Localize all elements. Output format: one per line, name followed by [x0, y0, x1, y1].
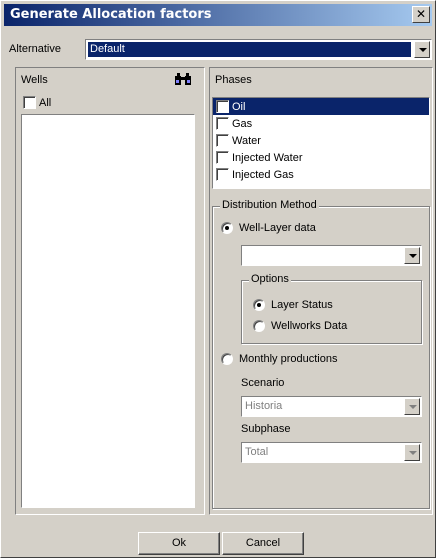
well-layer-select[interactable]	[241, 245, 422, 266]
chevron-down-icon[interactable]	[414, 41, 430, 58]
options-title: Options	[249, 273, 291, 285]
phase-checkbox[interactable]	[216, 134, 229, 147]
wellworks-label: Wellworks Data	[271, 320, 348, 332]
alternative-select[interactable]: Default	[85, 39, 432, 60]
monthly-productions-label: Monthly productions	[239, 353, 338, 365]
phase-checkbox[interactable]	[216, 100, 229, 113]
phase-item-injected-gas[interactable]: Injected Gas	[213, 166, 429, 183]
ok-button[interactable]: Ok	[138, 532, 220, 555]
binoculars-icon[interactable]	[173, 72, 193, 91]
phase-label: Oil	[232, 100, 246, 113]
alternative-select-value: Default	[88, 42, 411, 57]
phase-item-oil[interactable]: Oil	[213, 98, 429, 115]
phase-label: Water	[232, 134, 261, 147]
phase-label: Gas	[232, 117, 253, 130]
phase-label: Injected Gas	[232, 168, 294, 181]
layer-status-label: Layer Status	[271, 299, 333, 311]
all-checkbox-label: All	[39, 96, 52, 109]
phase-item-gas[interactable]: Gas	[213, 115, 429, 132]
phases-panel: Phases Oil Gas Water Injected Water Inje…	[209, 67, 433, 515]
radio-button[interactable]	[253, 299, 265, 311]
title-bar[interactable]: Generate Allocation factors ✕	[4, 4, 432, 26]
all-checkbox-box[interactable]	[23, 96, 36, 109]
phase-label: Injected Water	[232, 151, 303, 164]
cancel-button[interactable]: Cancel	[222, 532, 304, 555]
alternative-label: Alternative	[9, 43, 61, 55]
window-title: Generate Allocation factors	[10, 7, 212, 22]
close-button[interactable]: ✕	[412, 6, 430, 23]
scenario-label: Scenario	[241, 377, 285, 389]
phases-list[interactable]: Oil Gas Water Injected Water Injected Ga…	[212, 97, 430, 189]
dialog-window: Generate Allocation factors ✕ Alternativ…	[0, 0, 436, 558]
chevron-down-icon[interactable]	[404, 247, 420, 264]
options-group: Options Layer Status Wellworks Data	[241, 273, 422, 344]
wells-label: Wells	[21, 74, 48, 86]
scenario-select-value: Historia	[245, 400, 283, 412]
subphase-select[interactable]: Total	[241, 442, 422, 463]
phases-label: Phases	[215, 74, 252, 86]
phase-item-water[interactable]: Water	[213, 132, 429, 149]
radio-button[interactable]	[221, 222, 233, 234]
subphase-label: Subphase	[241, 423, 291, 435]
well-layer-radio[interactable]: Well-Layer data	[221, 222, 316, 234]
subphase-select-value: Total	[245, 446, 269, 458]
phase-item-injected-water[interactable]: Injected Water	[213, 149, 429, 166]
layer-status-radio[interactable]: Layer Status	[253, 299, 333, 311]
scenario-select[interactable]: Historia	[241, 396, 422, 417]
wells-panel: Wells All	[15, 67, 205, 515]
wellworks-radio[interactable]: Wellworks Data	[253, 320, 347, 332]
monthly-productions-radio[interactable]: Monthly productions	[221, 353, 337, 365]
well-layer-label: Well-Layer data	[239, 222, 316, 234]
distribution-method-title: Distribution Method	[220, 199, 319, 211]
wells-list[interactable]	[21, 114, 195, 508]
phase-checkbox[interactable]	[216, 117, 229, 130]
phase-checkbox[interactable]	[216, 151, 229, 164]
phase-checkbox[interactable]	[216, 168, 229, 181]
distribution-method-group: Distribution Method Well-Layer data Opti…	[212, 199, 430, 509]
all-wells-checkbox[interactable]: All	[23, 96, 51, 109]
close-icon: ✕	[415, 7, 427, 21]
radio-button[interactable]	[253, 320, 265, 332]
chevron-down-icon[interactable]	[404, 398, 420, 415]
radio-button[interactable]	[221, 353, 233, 365]
chevron-down-icon[interactable]	[404, 444, 420, 461]
